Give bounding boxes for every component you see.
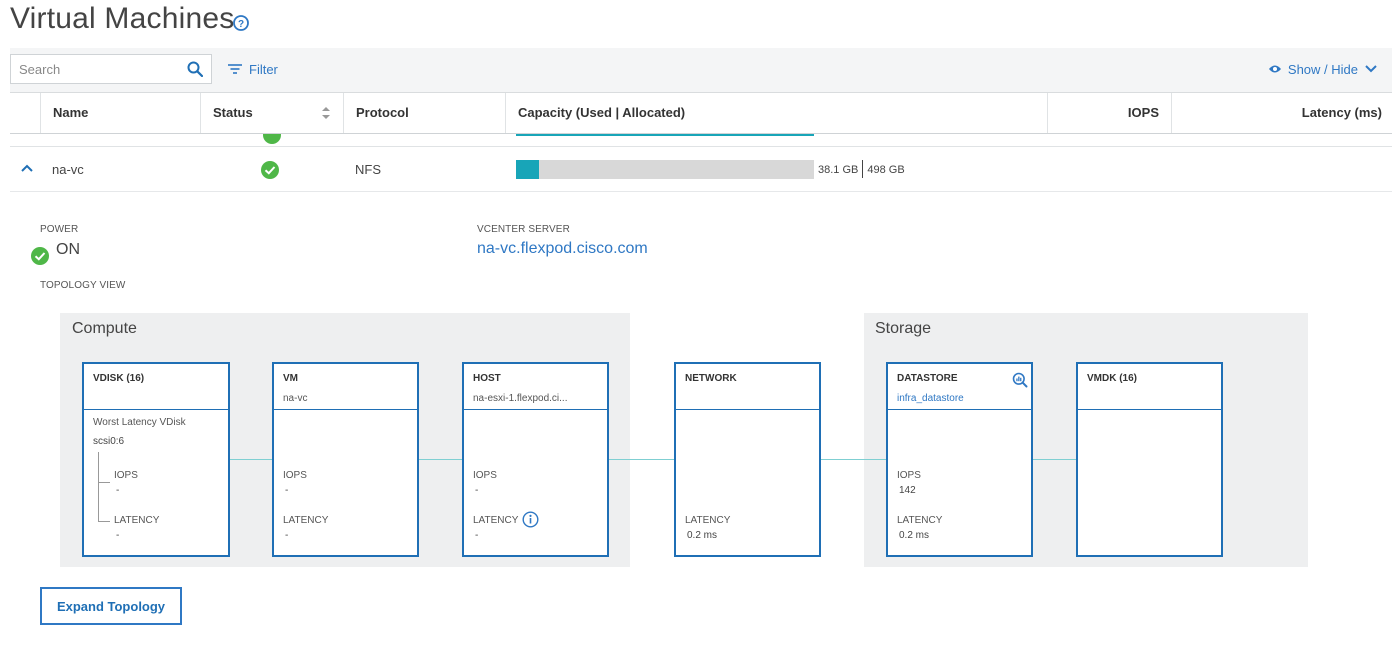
vm-iops-value: - [285, 485, 289, 496]
row-name: na-vc [52, 162, 84, 177]
vdisk-worst-label: Worst Latency VDisk [93, 417, 186, 428]
column-header-iops[interactable]: IOPS [1047, 93, 1171, 133]
network-latency-value: 0.2 ms [687, 530, 718, 541]
expand-topology-button[interactable]: Expand Topology [40, 587, 182, 625]
host-iops-label: IOPS [473, 470, 497, 481]
host-card-header: HOST na-esxi-1.flexpod.ci... [464, 364, 607, 410]
vm-subtitle: na-vc [283, 393, 308, 404]
vmdk-title: VMDK (16) [1087, 373, 1138, 384]
vdisk-latency-value: - [116, 530, 120, 541]
vm-latency-value: - [285, 530, 289, 541]
topology-label: TOPOLOGY VIEW [40, 280, 126, 291]
datastore-latency-value: 0.2 ms [899, 530, 930, 541]
status-ok-icon [261, 161, 279, 179]
host-title: HOST [473, 373, 501, 384]
tree-line [98, 452, 99, 521]
capacity-text: 38.1 GB 498 GB [818, 148, 905, 192]
network-card[interactable]: NETWORK LATENCY 0.2 ms [674, 362, 821, 557]
datastore-link[interactable]: infra_datastore [897, 393, 1022, 404]
svg-text:?: ? [238, 19, 244, 30]
network-title: NETWORK [685, 373, 737, 384]
power-value: ON [56, 241, 80, 258]
vcenter-link[interactable]: na-vc.flexpod.cisco.com [477, 239, 648, 259]
capacity-separator [862, 160, 864, 179]
column-header-latency[interactable]: Latency (ms) [1171, 93, 1392, 133]
eye-icon [1268, 65, 1281, 73]
compute-title: Compute [72, 320, 137, 337]
column-header-status-label: Status [213, 105, 253, 120]
search-box [10, 54, 212, 84]
datastore-card[interactable]: DATASTORE infra_datastore IOPS 142 LATEN… [886, 362, 1033, 557]
connector-vdisk-vm [229, 459, 273, 460]
column-header-protocol[interactable]: Protocol [343, 93, 505, 133]
network-card-header: NETWORK [676, 364, 819, 410]
show-hide-label: Show / Hide [1287, 61, 1358, 77]
power-label: POWER [40, 224, 79, 235]
sort-icon[interactable] [321, 106, 331, 120]
info-icon[interactable] [522, 511, 539, 528]
show-hide-button[interactable]: Show / Hide [1268, 58, 1378, 80]
capacity-used: 38.1 GB [818, 164, 859, 176]
tree-branch [98, 482, 110, 483]
vm-card-header: VM na-vc [274, 364, 417, 410]
capacity-bar [516, 160, 814, 179]
capacity-bar-fill [516, 160, 539, 179]
vdisk-title: VDISK (16) [93, 373, 145, 384]
tree-branch [98, 521, 110, 522]
capacity-bar [516, 134, 814, 136]
vdisk-card[interactable]: VDISK (16) Worst Latency VDisk scsi0:6 I… [82, 362, 230, 557]
status-ok-icon [263, 134, 281, 144]
vm-iops-label: IOPS [283, 470, 307, 481]
page-title: Virtual Machines [10, 2, 235, 35]
vdisk-card-header: VDISK (16) [84, 364, 228, 410]
column-header-capacity[interactable]: Capacity (Used | Allocated) [505, 93, 1047, 133]
column-header-name[interactable]: Name [40, 93, 200, 133]
row-protocol: NFS [355, 162, 381, 177]
datastore-title: DATASTORE [897, 373, 958, 384]
connector-vm-host [418, 459, 462, 460]
table-row-partial[interactable] [10, 134, 1392, 147]
header-expander [10, 93, 40, 133]
filter-icon [228, 64, 242, 74]
filter-label: Filter [249, 61, 278, 77]
datastore-iops-value: 142 [899, 485, 916, 496]
vm-card[interactable]: VM na-vc IOPS - LATENCY - [272, 362, 419, 557]
capacity-allocated: 498 GB [867, 164, 905, 176]
vdisk-iops-value: - [116, 485, 120, 496]
chevron-down-icon [1365, 65, 1377, 73]
host-iops-value: - [475, 485, 479, 496]
column-header-status[interactable]: Status [200, 93, 343, 133]
power-on-icon [31, 247, 49, 265]
chevron-up-icon[interactable] [20, 163, 34, 173]
connector-datastore-vmdk [1032, 459, 1076, 460]
vm-title: VM [283, 373, 298, 384]
connector-host-network [608, 459, 674, 460]
filter-button[interactable]: Filter [227, 58, 278, 80]
help-icon[interactable]: ? [232, 14, 250, 32]
analyze-icon[interactable] [1012, 372, 1028, 388]
table-header: Name Status Protocol Capacity (Used | Al… [10, 93, 1392, 134]
vmdk-card[interactable]: VMDK (16) [1076, 362, 1223, 557]
host-latency-value: - [475, 530, 479, 541]
host-latency-label: LATENCY [473, 515, 519, 526]
host-card[interactable]: HOST na-esxi-1.flexpod.ci... IOPS - LATE… [462, 362, 609, 557]
vdisk-latency-label: LATENCY [114, 515, 160, 526]
search-input[interactable] [11, 55, 181, 83]
table-row[interactable]: na-vc NFS 38.1 GB 498 GB [10, 148, 1392, 192]
storage-title: Storage [875, 320, 932, 337]
vdisk-iops-label: IOPS [114, 470, 138, 481]
connector-network-datastore [820, 459, 886, 460]
vm-latency-label: LATENCY [283, 515, 329, 526]
network-latency-label: LATENCY [685, 515, 731, 526]
vdisk-worst-value: scsi0:6 [93, 436, 125, 447]
host-subtitle: na-esxi-1.flexpod.ci... [473, 393, 568, 404]
vmdk-card-header: VMDK (16) [1078, 364, 1221, 410]
vcenter-label: VCENTER SERVER [477, 224, 570, 235]
datastore-latency-label: LATENCY [897, 515, 943, 526]
datastore-iops-label: IOPS [897, 470, 921, 481]
search-icon[interactable] [187, 61, 203, 77]
datastore-card-header: DATASTORE infra_datastore [888, 364, 1031, 410]
